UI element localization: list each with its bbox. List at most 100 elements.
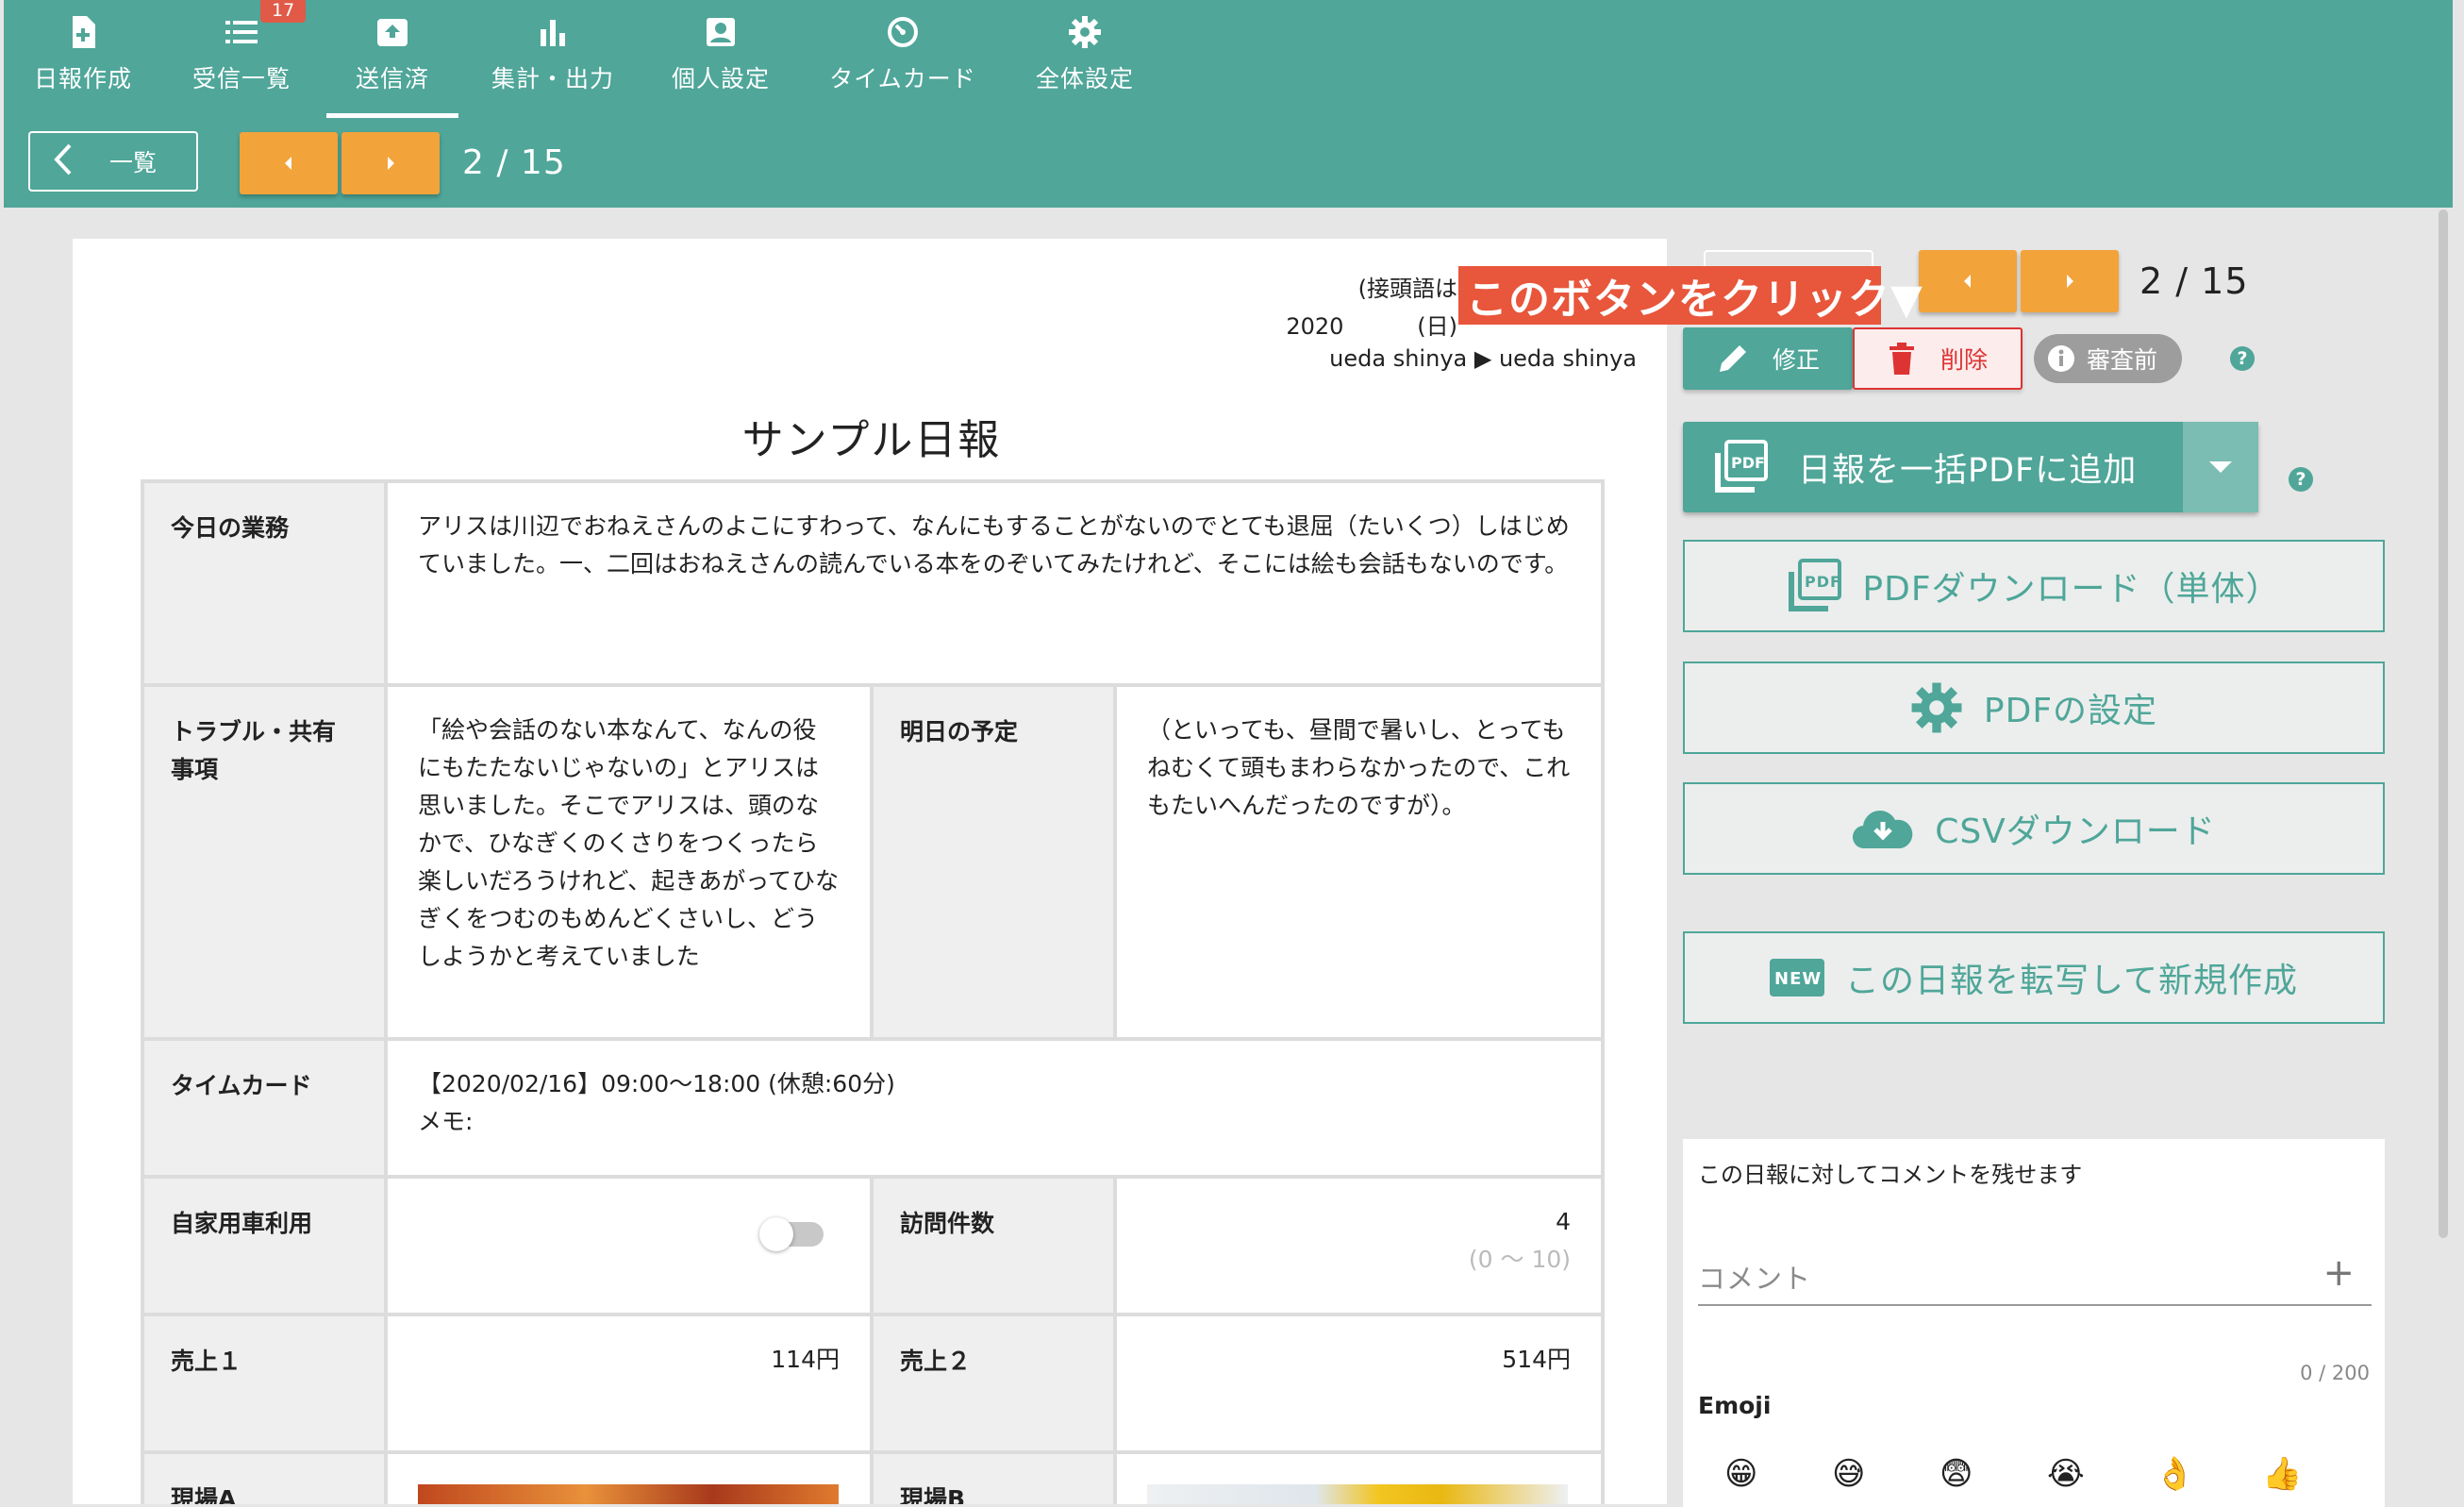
user-card-icon [702, 13, 740, 51]
list-icon [223, 13, 260, 51]
caret-right-icon [2067, 275, 2073, 288]
field-value: 114円 [384, 1313, 874, 1454]
caret-left-icon [285, 157, 291, 170]
pdf-settings-label: PDFの設定 [1983, 692, 2158, 730]
nav-item-stats-export[interactable]: 集計・出力 [464, 0, 641, 118]
comment-input[interactable]: コメント + [1698, 1247, 2372, 1306]
nav-item-global-settings[interactable]: 全体設定 [1006, 0, 1164, 118]
info-icon [2048, 345, 2074, 372]
unread-count-badge: 17 [260, 0, 307, 23]
field-value [384, 1450, 874, 1504]
nav-item-timecard[interactable]: タイムカード [800, 0, 1006, 118]
field-value [384, 1175, 874, 1316]
csv-download-button[interactable]: CSVダウンロード [1683, 782, 2385, 875]
tutorial-callout: このボタンをクリック▼ [1458, 266, 1923, 325]
emoji-picker: 😁 😅 😨 😭 👌 👍 [1724, 1455, 2370, 1493]
nav-label: 全体設定 [1035, 65, 1134, 92]
pdf-download-single-label: PDFダウンロード（単体） [1862, 570, 2281, 609]
private-car-toggle [759, 1217, 824, 1251]
caret-down-icon [2209, 461, 2232, 473]
report-date-suffix: (日) [1417, 313, 1457, 340]
report-actions: 修正 削除 審査前 [1683, 327, 2183, 390]
field-label: 明日の予定 [870, 683, 1117, 1041]
help-icon[interactable]: ? [2230, 346, 2255, 371]
site-a-photo[interactable] [418, 1484, 839, 1504]
timecard-entry: 【2020/02/16】09:00〜18:00 (休憩:60分) [418, 1070, 895, 1097]
next-report-button[interactable] [341, 132, 440, 194]
nav-label: 送信済 [355, 65, 429, 92]
field-label: 自家用車利用 [141, 1175, 388, 1316]
pdf-file-icon: PDF [1715, 440, 1768, 493]
table-row: タイムカード 【2020/02/16】09:00〜18:00 (休憩:60分) … [141, 1037, 1606, 1179]
nav-item-personal-settings[interactable]: 個人設定 [641, 0, 800, 118]
pdf-file-icon: PDF [1787, 559, 1842, 613]
field-label: トラブル・共有事項 [141, 683, 388, 1041]
pdf-download-single-button[interactable]: PDF PDFダウンロード（単体） [1683, 540, 2385, 632]
chevron-left-icon [53, 142, 74, 180]
report-date-year: 2020 [1286, 313, 1344, 340]
comment-panel: この日報に対してコメントを残せます コメント + 0 / 200 Emoji 😁… [1683, 1139, 2385, 1507]
svg-text:PDF: PDF [1805, 573, 1841, 591]
emoji-grin[interactable]: 😁 [1724, 1455, 1832, 1493]
bulk-pdf-dropdown[interactable] [2183, 422, 2258, 512]
page-scrollbar[interactable] [2439, 209, 2448, 1238]
nav-label: 日報作成 [33, 65, 132, 92]
report-sheet: (接頭語は 2020-02/16(日) ueda shinya ▶ ueda s… [73, 239, 1667, 1504]
nav-item-inbox[interactable]: 17 受信一覧 [162, 0, 321, 118]
emoji-section-title: Emoji [1698, 1392, 1772, 1419]
nav-label: 受信一覧 [191, 65, 291, 92]
table-row: 現場A 現場B [141, 1450, 1606, 1504]
prev-report-button[interactable] [240, 132, 338, 194]
delete-button[interactable]: 削除 [1853, 327, 2023, 390]
delete-label: 削除 [1940, 346, 1988, 374]
table-row: 今日の業務 アリスは川辺でおねえさんのよこにすわって、なんにもすることがないので… [141, 479, 1606, 687]
field-label: 現場B [870, 1450, 1117, 1504]
edit-label: 修正 [1772, 346, 1820, 374]
new-badge-text: NEW [1774, 969, 1822, 989]
review-status-label: 審査前 [2087, 346, 2158, 374]
table-row: 自家用車利用 訪問件数 4 (0 〜 10) [141, 1175, 1606, 1316]
nav-item-sent[interactable]: 送信済 [326, 0, 458, 118]
nav-item-create-report[interactable]: 日報作成 [4, 0, 162, 118]
prev-report-button-secondary[interactable] [1919, 250, 2017, 312]
file-plus-icon [64, 13, 102, 51]
caret-right-icon [388, 157, 394, 170]
next-report-button-secondary[interactable] [2021, 250, 2119, 312]
timecard-memo: メモ: [418, 1108, 474, 1135]
add-comment-icon[interactable]: + [2322, 1251, 2355, 1295]
emoji-sob[interactable]: 😭 [2047, 1455, 2155, 1493]
edit-button[interactable]: 修正 [1683, 327, 1853, 390]
field-value [1112, 1450, 1606, 1504]
field-label: 訪問件数 [870, 1175, 1117, 1316]
side-pager [1919, 250, 2123, 312]
site-b-photo[interactable] [1147, 1484, 1568, 1504]
visits-range: (0 〜 10) [1468, 1246, 1572, 1273]
report-title: サンプル日報 [741, 416, 1002, 464]
copy-as-new-report-button[interactable]: NEW この日報を転写して新規作成 [1683, 931, 2385, 1024]
field-value: （といっても、昼間で暑いし、とってもねむくて頭もまわらなかったので、これもたいへ… [1112, 683, 1606, 1041]
emoji-thumbs-up[interactable]: 👍 [2262, 1455, 2370, 1493]
emoji-sweat-smile[interactable]: 😅 [1832, 1455, 1940, 1493]
csv-download-label: CSVダウンロード [1935, 812, 2216, 851]
trash-icon [1889, 343, 1914, 375]
bar-chart-icon [534, 13, 572, 51]
table-row: 売上１ 114円 売上２ 514円 [141, 1313, 1606, 1454]
add-to-bulk-pdf-button[interactable]: PDF 日報を一括PDFに追加 [1683, 422, 2258, 512]
outbox-icon [374, 13, 411, 51]
nav-label: タイムカード [829, 65, 976, 92]
field-value: 【2020/02/16】09:00〜18:00 (休憩:60分) メモ: [383, 1037, 1606, 1179]
bulk-pdf-label: 日報を一括PDFに追加 [1798, 451, 2138, 490]
field-value: 4 (0 〜 10) [1112, 1175, 1606, 1316]
field-value: 514円 [1112, 1313, 1606, 1454]
prefix-text: (接頭語は [1357, 276, 1457, 302]
emoji-ok-hand[interactable]: 👌 [2155, 1455, 2262, 1493]
report-table: 今日の業務 アリスは川辺でおねえさんのよこにすわって、なんにもすることがないので… [141, 479, 1606, 1504]
svg-text:PDF: PDF [1731, 454, 1765, 472]
copy-as-new-label: この日報を転写して新規作成 [1845, 962, 2298, 1000]
emoji-fearful[interactable]: 😨 [1940, 1455, 2047, 1493]
back-to-list-button[interactable]: 一覧 [28, 131, 198, 192]
pdf-settings-button[interactable]: PDFの設定 [1683, 661, 2385, 754]
field-label: 今日の業務 [141, 479, 388, 687]
review-status-badge: 審査前 [2034, 334, 2183, 383]
help-icon[interactable]: ? [2289, 467, 2313, 492]
